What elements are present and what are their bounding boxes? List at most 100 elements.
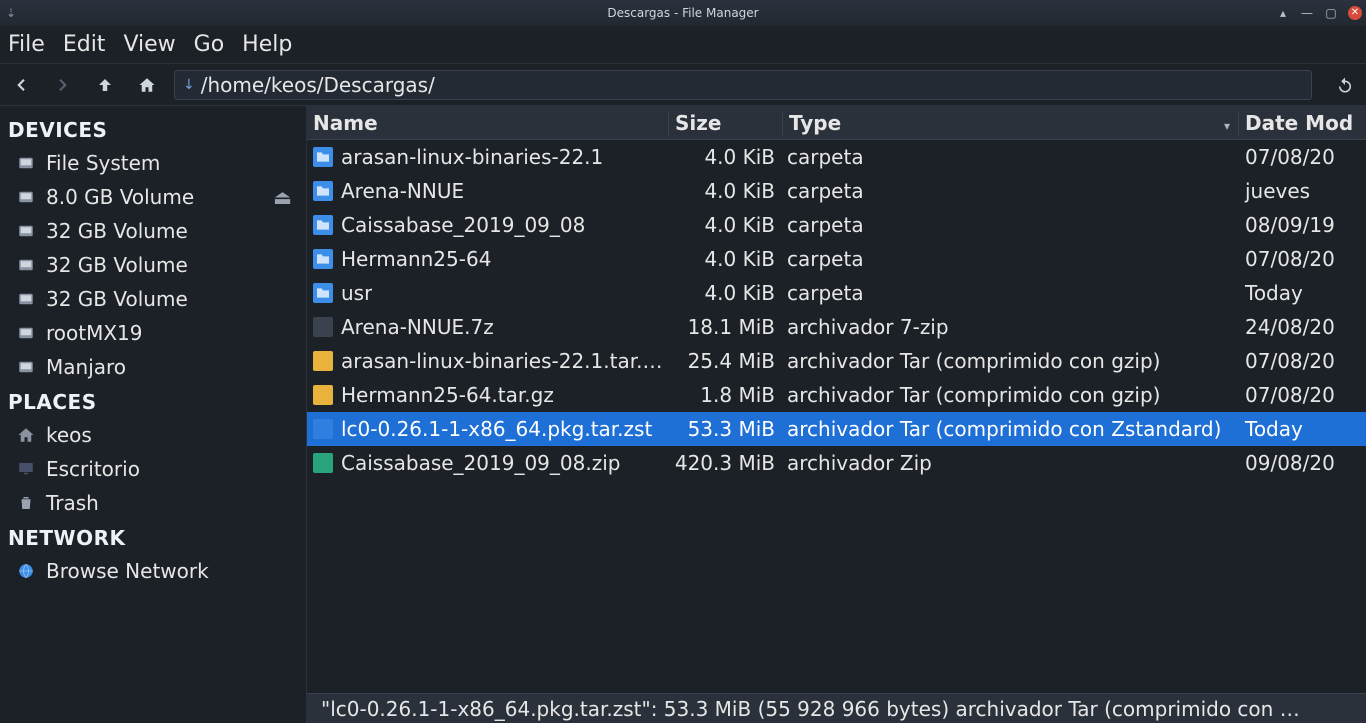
column-date[interactable]: Date Mod — [1239, 111, 1366, 135]
file-row[interactable]: arasan-linux-binaries-22.14.0 KiBcarpeta… — [307, 140, 1366, 174]
column-size[interactable]: Size — [669, 111, 783, 135]
window-controls: ▴ — ▢ ✕ — [1276, 6, 1362, 20]
file-name: Hermann25-64.tar.gz — [341, 383, 554, 407]
file-size: 53.3 MiB — [669, 417, 783, 441]
file-name: Arena-NNUE — [341, 179, 464, 203]
file-row[interactable]: Hermann25-64.tar.gz1.8 MiBarchivador Tar… — [307, 378, 1366, 412]
file-type: archivador Zip — [783, 451, 1239, 475]
device-item[interactable]: 32 GB Volume — [8, 248, 302, 282]
path-entry[interactable]: ↓ /home/keos/Descargas/ — [174, 70, 1312, 100]
file-type: carpeta — [783, 179, 1239, 203]
file-type: carpeta — [783, 247, 1239, 271]
place-item[interactable]: Escritorio — [8, 452, 302, 486]
file-name: Caissabase_2019_09_08 — [341, 213, 585, 237]
file-name: Hermann25-64 — [341, 247, 491, 271]
network-item[interactable]: Browse Network — [8, 554, 302, 588]
archive-zip-icon — [313, 453, 333, 473]
file-name: Caissabase_2019_09_08.zip — [341, 451, 620, 475]
archive-7z-icon — [313, 317, 333, 337]
sidebar-item-label: rootMX19 — [46, 321, 143, 345]
menu-help[interactable]: Help — [242, 32, 292, 57]
places-header: PLACES — [8, 390, 302, 414]
trash-icon — [16, 493, 36, 513]
file-name: arasan-linux-binaries-22.1 — [341, 145, 603, 169]
pin-icon[interactable]: ⇣ — [6, 6, 16, 20]
devices-header: DEVICES — [8, 118, 302, 142]
drive-icon — [16, 153, 36, 173]
reload-button[interactable] — [1330, 70, 1360, 100]
shade-button[interactable]: ▴ — [1276, 6, 1290, 20]
column-name[interactable]: Name — [307, 111, 669, 135]
file-date: Today — [1239, 281, 1366, 305]
file-date: 07/08/20 — [1239, 349, 1366, 373]
archive-zst-icon — [313, 419, 333, 439]
titlebar: ⇣ Descargas - File Manager ▴ — ▢ ✕ — [0, 0, 1366, 26]
device-item[interactable]: 8.0 GB Volume⏏ — [8, 180, 302, 214]
close-button[interactable]: ✕ — [1348, 6, 1362, 20]
device-item[interactable]: 32 GB Volume — [8, 214, 302, 248]
file-name: Arena-NNUE.7z — [341, 315, 494, 339]
file-view: Name Size Type ▾ Date Mod arasan-linux-b… — [307, 106, 1366, 723]
device-item[interactable]: rootMX19 — [8, 316, 302, 350]
file-row[interactable]: Caissabase_2019_09_08.zip420.3 MiBarchiv… — [307, 446, 1366, 480]
forward-button[interactable] — [48, 70, 78, 100]
file-size: 4.0 KiB — [669, 213, 783, 237]
drive-icon — [16, 255, 36, 275]
file-size: 4.0 KiB — [669, 179, 783, 203]
folder-icon — [313, 249, 333, 269]
window-title: Descargas - File Manager — [607, 6, 758, 20]
file-row[interactable]: Arena-NNUE4.0 KiBcarpetajueves — [307, 174, 1366, 208]
sidebar-item-label: keos — [46, 423, 92, 447]
device-item[interactable]: Manjaro — [8, 350, 302, 384]
file-type: archivador Tar (comprimido con Zstandard… — [783, 417, 1239, 441]
maximize-button[interactable]: ▢ — [1324, 6, 1338, 20]
home-button[interactable] — [132, 70, 162, 100]
folder-icon — [313, 181, 333, 201]
archive-gz-icon — [313, 385, 333, 405]
drive-icon — [16, 187, 36, 207]
file-date: 07/08/20 — [1239, 145, 1366, 169]
folder-icon — [313, 147, 333, 167]
file-date: 24/08/20 — [1239, 315, 1366, 339]
file-row[interactable]: Arena-NNUE.7z18.1 MiBarchivador 7-zip24/… — [307, 310, 1366, 344]
file-row[interactable]: Caissabase_2019_09_084.0 KiBcarpeta08/09… — [307, 208, 1366, 242]
file-date: Today — [1239, 417, 1366, 441]
menu-file[interactable]: File — [8, 32, 45, 57]
file-type: archivador 7-zip — [783, 315, 1239, 339]
menu-edit[interactable]: Edit — [63, 32, 106, 57]
file-type: archivador Tar (comprimido con gzip) — [783, 383, 1239, 407]
column-type[interactable]: Type ▾ — [783, 111, 1239, 135]
device-item[interactable]: File System — [8, 146, 302, 180]
minimize-button[interactable]: — — [1300, 6, 1314, 20]
drive-icon — [16, 323, 36, 343]
file-date: 07/08/20 — [1239, 383, 1366, 407]
file-row[interactable]: usr4.0 KiBcarpetaToday — [307, 276, 1366, 310]
drive-icon — [16, 289, 36, 309]
sidebar-item-label: 32 GB Volume — [46, 219, 188, 243]
file-row[interactable]: arasan-linux-binaries-22.1.tar.…25.4 MiB… — [307, 344, 1366, 378]
device-item[interactable]: 32 GB Volume — [8, 282, 302, 316]
globe-icon — [16, 561, 36, 581]
sidebar-item-label: 32 GB Volume — [46, 253, 188, 277]
up-button[interactable] — [90, 70, 120, 100]
drive-icon — [16, 357, 36, 377]
file-name: lc0-0.26.1-1-x86_64.pkg.tar.zst — [341, 417, 652, 441]
sidebar-item-label: 32 GB Volume — [46, 287, 188, 311]
file-type: carpeta — [783, 145, 1239, 169]
menu-view[interactable]: View — [123, 32, 175, 57]
sidebar: DEVICES File System8.0 GB Volume⏏ 32 GB V… — [0, 106, 307, 723]
file-date: 08/09/19 — [1239, 213, 1366, 237]
back-button[interactable] — [6, 70, 36, 100]
file-row[interactable]: lc0-0.26.1-1-x86_64.pkg.tar.zst 53.3 MiBa… — [307, 412, 1366, 446]
place-item[interactable]: Trash — [8, 486, 302, 520]
folder-icon — [313, 283, 333, 303]
folder-icon — [313, 215, 333, 235]
file-row[interactable]: Hermann25-644.0 KiBcarpeta07/08/20 — [307, 242, 1366, 276]
path-text: /home/keos/Descargas/ — [201, 73, 435, 97]
eject-icon[interactable]: ⏏ — [273, 185, 292, 209]
file-type: archivador Tar (comprimido con gzip) — [783, 349, 1239, 373]
download-icon: ↓ — [183, 77, 195, 93]
menu-go[interactable]: Go — [194, 32, 225, 57]
desktop-icon — [16, 459, 36, 479]
place-item[interactable]: keos — [8, 418, 302, 452]
